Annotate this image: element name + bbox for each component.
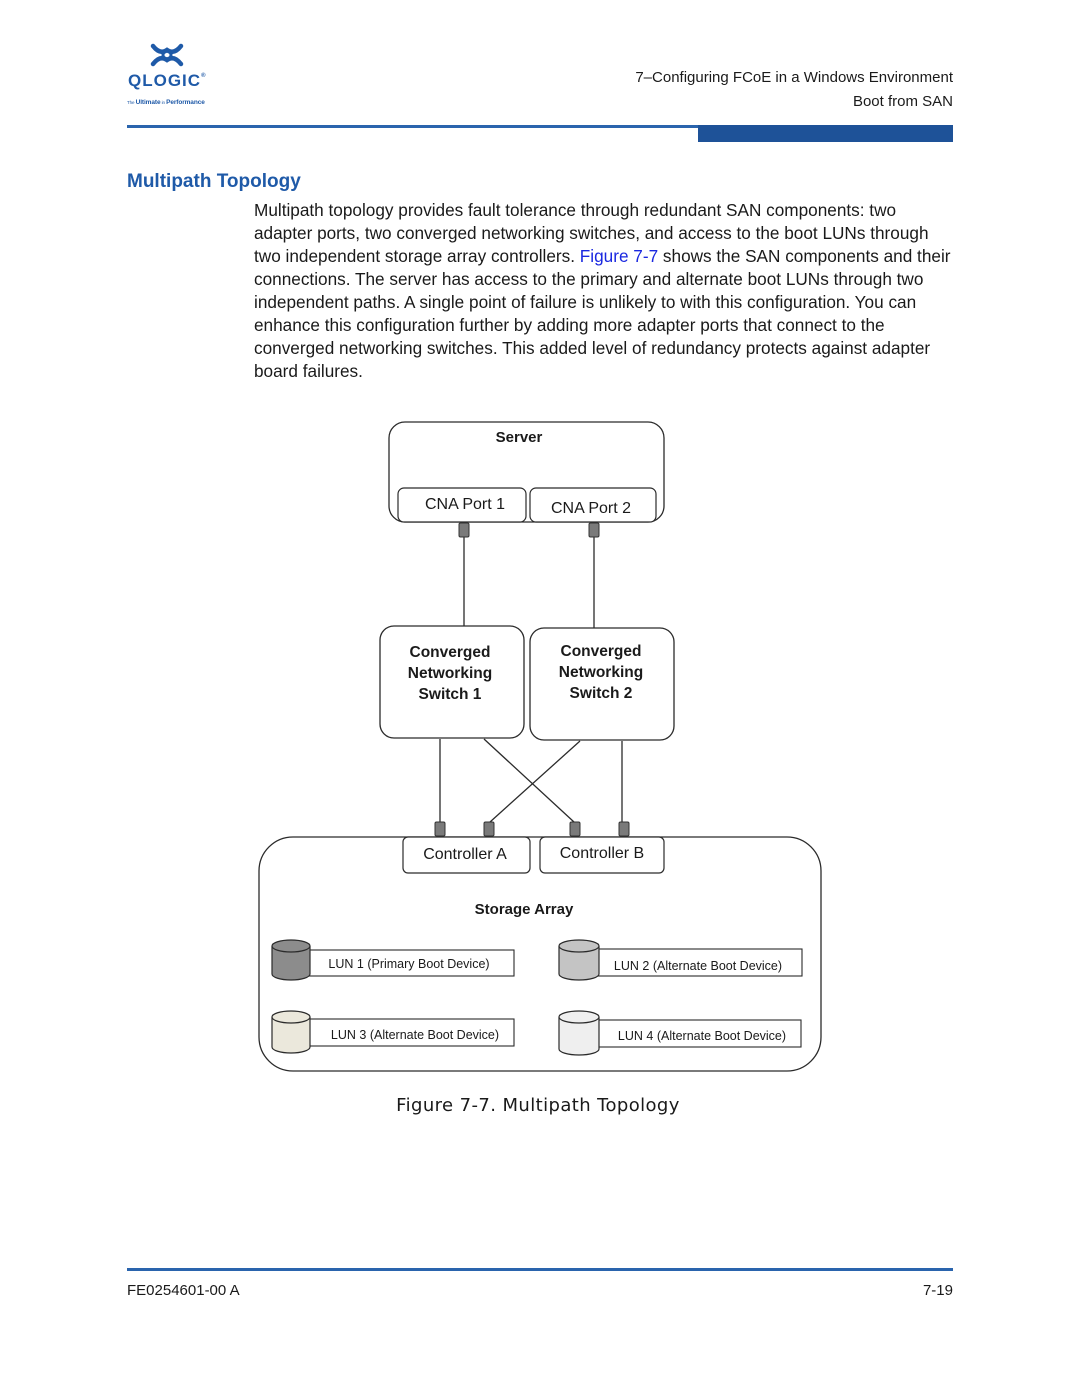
- cna-port-1-box: [397, 487, 527, 523]
- lun-4-disk-icon: [558, 1017, 600, 1056]
- lun-3-disk-top: [271, 1010, 311, 1024]
- lun-2-label: LUN 2 (Alternate Boot Device): [614, 959, 782, 973]
- lun-4-disk-top: [558, 1010, 600, 1024]
- running-header: 7–Configuring FCoE in a Windows Environm…: [635, 66, 953, 114]
- controller-a-label: Controller A: [423, 846, 507, 863]
- lun-1-label-box: [307, 949, 515, 977]
- footer-rule: [127, 1268, 953, 1271]
- controller-a-box: [402, 836, 531, 874]
- page-number: 7-19: [922, 1282, 953, 1299]
- storage-array-node: Controller A Controller B Storage Array …: [258, 821, 822, 1072]
- link-switch2-controllerA: [489, 740, 581, 823]
- storage-array-box: [258, 836, 822, 1072]
- controller-b-connector-2: [618, 821, 630, 837]
- logo-wordmark: QLOGIC®: [128, 71, 207, 90]
- controller-a-connector-1: [434, 821, 446, 837]
- switch-1-line-2: Networking: [408, 665, 492, 682]
- lun-1: LUN 1 (Primary Boot Device): [271, 939, 515, 981]
- server-label: Server: [496, 429, 543, 446]
- lun-3-label: LUN 3 (Alternate Boot Device): [331, 1028, 499, 1042]
- cna-port-1-label: CNA Port 1: [425, 496, 505, 513]
- link-switch1-controllerB: [483, 738, 575, 823]
- switch-1-node: Converged Networking Switch 1: [379, 625, 525, 739]
- figure-link[interactable]: Figure 7-7: [580, 246, 658, 266]
- controller-a-connector-2: [483, 821, 495, 837]
- switch-2-node: Converged Networking Switch 2: [529, 627, 675, 741]
- chapter-title: 7–Configuring FCoE in a Windows Environm…: [635, 69, 953, 86]
- cna-port-2-label: CNA Port 2: [551, 500, 631, 517]
- lun-4-label: LUN 4 (Alternate Boot Device): [618, 1029, 786, 1043]
- lun-4-label-box: [597, 1019, 802, 1048]
- switch-1-box: [379, 625, 525, 739]
- switch-2-line-3: Switch 2: [570, 685, 633, 702]
- lun-1-disk-top: [271, 939, 311, 953]
- logo-tagline: The Ultimate in Performance: [127, 99, 205, 106]
- lun-2-disk-top: [558, 939, 600, 953]
- port-2-connector: [588, 522, 600, 538]
- lun-3-disk-icon: [271, 1017, 311, 1054]
- qlogic-knot-icon: [150, 43, 184, 67]
- lun-3-label-box: [307, 1018, 515, 1047]
- document-id: FE0254601-00 A: [127, 1282, 240, 1299]
- lun-3: LUN 3 (Alternate Boot Device): [271, 1010, 515, 1054]
- controller-b-connector-1: [569, 821, 581, 837]
- storage-array-label: Storage Array: [475, 901, 574, 918]
- lun-2-disk-icon: [558, 946, 600, 981]
- switch-2-line-2: Networking: [559, 664, 643, 681]
- lun-4: LUN 4 (Alternate Boot Device): [558, 1010, 802, 1056]
- section-name: Boot from SAN: [852, 93, 953, 110]
- switch-1-line-3: Switch 1: [419, 686, 482, 703]
- server-node: Server CNA Port 1 CNA Port 2: [388, 421, 665, 538]
- switch-2-box: [529, 627, 675, 741]
- section-heading: Multipath Topology: [127, 171, 301, 192]
- controller-b-box: [539, 836, 665, 874]
- body-paragraph: Multipath topology provides fault tolera…: [254, 200, 951, 381]
- lun-1-disk-icon: [271, 946, 311, 981]
- cna-port-2-box: [529, 487, 657, 523]
- controller-b-label: Controller B: [560, 845, 644, 862]
- server-box: [388, 421, 665, 523]
- figure-caption: Figure 7-7. Multipath Topology: [396, 1095, 680, 1116]
- lun-1-label: LUN 1 (Primary Boot Device): [328, 957, 489, 971]
- lun-2: LUN 2 (Alternate Boot Device): [558, 939, 803, 981]
- port-1-connector: [458, 522, 470, 538]
- header-accent-bar: [698, 125, 953, 142]
- switch-1-line-1: Converged: [410, 644, 491, 661]
- lun-2-label-box: [595, 948, 803, 977]
- switch-2-line-1: Converged: [561, 643, 642, 660]
